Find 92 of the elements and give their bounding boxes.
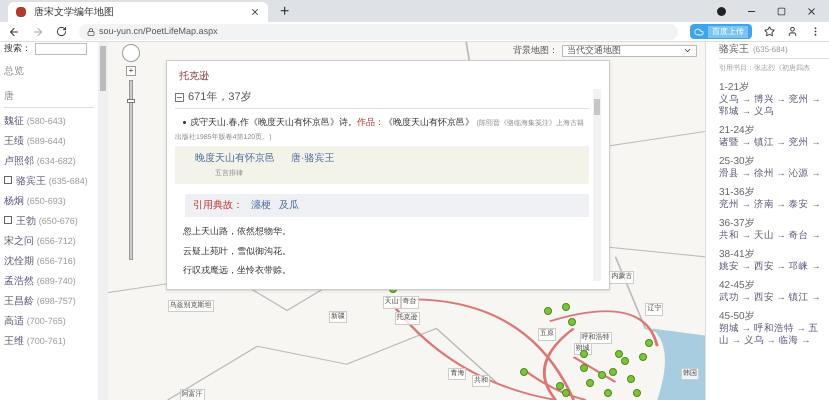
map-pin-icon[interactable] [568,318,576,326]
route-text: 兖州 → 济南 → 泰安 → [719,198,822,210]
forward-icon[interactable] [32,26,44,38]
close-icon[interactable] [250,7,260,17]
map-pin-icon[interactable] [598,371,606,380]
map-pin-icon[interactable] [586,378,594,387]
poet-link[interactable]: 沈佺期 (656-716) [4,255,94,268]
background-map-label: 背景地图： [513,44,558,57]
bullet-icon [183,120,186,124]
poet-link[interactable]: 宋之问 (656-712) [4,235,94,248]
poet-link[interactable]: 王维 (700-761) [4,335,94,348]
age-range: 36-37岁 [719,218,756,230]
map-pin-icon[interactable] [562,303,570,312]
map-pin-icon[interactable] [609,368,618,376]
route-text: 山 → 义乌 → 临海 → [719,334,812,346]
site-icon [16,7,26,17]
close-icon[interactable] [806,6,817,16]
route-text: 武功 → 西安 → 镇江 → [719,292,822,304]
poet-link[interactable]: 杨炯 (650-693) [4,195,94,208]
cloud-icon [694,26,704,36]
route-text: 诸暨 → 镇江 → 兖州 → [719,136,822,148]
map-pin-icon[interactable] [639,353,648,362]
checkbox[interactable] [4,176,12,184]
map-pin-icon[interactable] [520,368,528,376]
poem-author-link[interactable]: 唐·骆宾王 [291,150,334,166]
age-range: 42-45岁 [719,280,756,292]
map-pin-icon[interactable] [627,374,636,383]
profile-icon[interactable] [717,6,726,16]
route-text: 义乌 → 博兴 → 兖州 → [719,94,822,106]
allusion-link[interactable]: 及瓜 [279,198,299,213]
age-range: 1-21岁 [719,82,750,94]
route-text: 共和 → 天山 → 奇台 → [719,230,822,242]
route-text: 姚安 → 西安 → 邛崃 → [719,260,822,272]
poem-line: 忽上天山路，依然想物华。 [183,225,292,238]
age-range: 21-24岁 [719,124,756,136]
poet-link[interactable]: 骆宾王 (635-684) [4,175,94,188]
map-pin-icon[interactable] [615,350,624,358]
tab-title: 唐宋文学编年地图 [34,6,115,20]
slider-thumb[interactable] [127,98,135,103]
route-text: 滑县 → 徐州 → 沁源 → [719,168,822,180]
background-map-select[interactable]: 当代交通地图 [562,44,697,57]
account-icon[interactable] [787,26,798,37]
age-range: 45-50岁 [719,310,756,322]
map-pin-icon[interactable] [621,357,630,366]
section-header[interactable]: 671年，37岁 [175,89,589,108]
poem-line: 行叹戎麾远，坐怜衣带赊。 [183,264,292,277]
dynasty-heading: 唐 [4,89,94,108]
poet-link[interactable]: 王绩 (589-644) [4,135,94,148]
browser-tab[interactable]: 唐宋文学编年地图 [8,2,268,22]
poet-link[interactable]: 王勃 (650-676) [4,215,94,228]
route-text: 郓城 → 义乌 [719,106,775,118]
overview-link[interactable]: 总览 [4,64,94,79]
zoom-slider[interactable] [129,80,133,260]
url-field[interactable]: sou-yun.cn/PoetLifeMap.aspx [79,24,678,40]
pan-control[interactable] [122,44,140,62]
search-field[interactable] [35,43,87,55]
bookmark-icon[interactable] [764,26,775,37]
map-pin-icon[interactable] [604,389,612,398]
poet-link[interactable]: 魏征 (580-643) [4,115,94,128]
poet-years: (635-684) [753,44,788,56]
poet-link[interactable]: 卢照邻 (634-682) [4,155,94,168]
age-range: 31-36岁 [719,186,756,198]
poem-line: 云疑上苑叶，雪似御沟花。 [183,244,292,258]
poem-title-link[interactable]: 晚度天山有怀京邑 [195,150,275,166]
poet-name: 骆宾王 [719,42,749,57]
lock-icon [87,28,95,36]
allusion-link[interactable]: 瀍梗 [251,198,271,213]
collapse-icon[interactable] [175,92,184,102]
popup-title: 托克逊 [179,70,210,84]
map-pin-icon[interactable] [544,306,552,315]
scrollbar[interactable] [98,42,108,400]
poet-link[interactable]: 孟浩然 (689-740) [4,275,94,288]
age-range: 25-30岁 [719,156,756,168]
map-pin-icon[interactable] [645,339,654,348]
checkbox[interactable] [4,216,12,224]
zoom-in-button[interactable]: + [126,66,136,76]
age-range: 38-41岁 [719,248,756,260]
new-tab-button[interactable]: + [268,2,302,22]
map-pin-icon[interactable] [580,364,588,372]
map-pin-icon[interactable] [556,382,564,390]
route-text: 朔城 → 呼和浩特 → 五 [719,322,820,334]
poet-link[interactable]: 王昌龄 (698-757) [4,295,94,308]
popup-scrollbar[interactable] [593,89,601,281]
poet-link[interactable]: 高适 (700-765) [4,315,94,328]
map-pin-icon[interactable] [633,389,642,398]
map[interactable] [108,42,705,400]
back-icon[interactable] [8,26,20,38]
search-label: 搜索： [4,42,31,56]
maximize-icon[interactable] [777,6,786,16]
reload-icon[interactable] [56,26,67,37]
allusion-bar: 引用典故： 瀍梗 及瓜 [185,194,589,217]
map-pin-icon[interactable] [562,389,570,398]
